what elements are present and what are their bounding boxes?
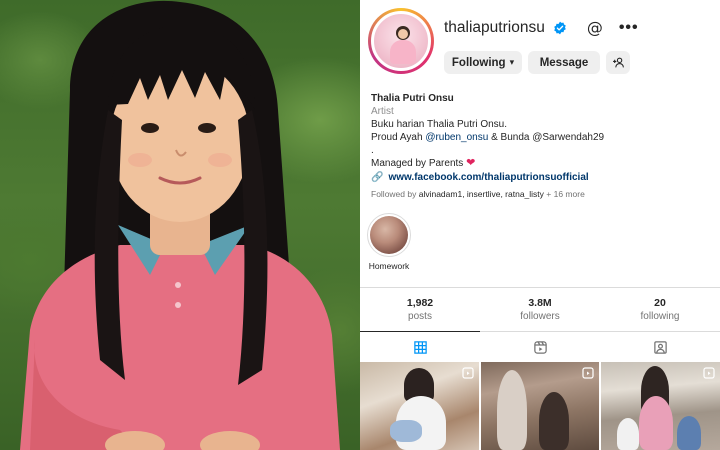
highlight-ring [367,213,411,257]
avatar-image [371,11,431,71]
post-thumbnail[interactable] [601,362,720,450]
highlight-cover-image [370,216,408,254]
profile-stats: 1,982 posts 3.8M followers 20 following [360,287,720,331]
message-button[interactable]: Message [528,51,600,74]
threads-icon[interactable]: @ [587,18,603,37]
reels-icon [462,367,474,379]
following-button[interactable]: Following ▾ [444,51,522,74]
verified-badge-icon [554,21,566,34]
reels-icon [533,340,547,354]
stat-posts[interactable]: 1,982 posts [360,288,480,331]
add-user-icon [612,57,624,68]
girl-portrait-illustration [20,0,340,450]
profile-category: Artist [371,106,394,117]
more-options-icon[interactable]: ••• [619,19,639,37]
followed-by-names: alvinadam1, insertlive, ratna_listy [418,189,544,199]
profile-photo-large [0,0,360,450]
add-user-button[interactable] [606,51,630,74]
highlight-label: Homework [368,261,410,271]
post-thumbnail[interactable] [360,362,479,450]
followed-by[interactable]: Followed by alvinadam1, insertlive, ratn… [371,189,585,199]
mention-link[interactable]: @ruben_onsu [425,132,488,143]
profile-tabs [360,331,720,362]
link-icon: 🔗 [371,172,384,183]
tab-reels[interactable] [480,332,600,362]
profile-avatar[interactable] [368,8,434,74]
stat-followers[interactable]: 3.8M followers [480,288,600,331]
profile-username: thaliaputrionsu [444,18,545,36]
heart-icon: ❤ [466,157,476,169]
tab-tagged[interactable] [600,332,720,362]
profile-website-link[interactable]: 🔗 www.facebook.com/thaliaputrionsuoffici… [371,171,711,184]
reels-icon [582,367,594,379]
bio-line-1: Buku harian Thalia Putri Onsu. [371,119,508,130]
posts-grid [360,362,720,450]
tab-posts[interactable] [360,331,480,362]
message-button-label: Message [539,56,589,69]
bio-dot: . [371,145,374,156]
tagged-icon [653,340,667,354]
stat-following[interactable]: 20 following [600,288,720,331]
profile-bio: Thalia Putri Onsu Artist Buku harian Tha… [371,92,711,184]
following-button-label: Following [451,56,506,69]
instagram-profile: thaliaputrionsu @ ••• Following ▾ Messag… [360,0,720,450]
story-highlight[interactable]: Homework [364,213,414,271]
post-thumbnail[interactable] [480,362,600,450]
username-row: thaliaputrionsu @ ••• [444,18,639,37]
bio-line-2: Proud Ayah @ruben_onsu & Bunda @Sarwenda… [371,132,605,143]
profile-full-name: Thalia Putri Onsu [371,93,454,104]
profile-actions: Following ▾ Message [444,51,630,74]
reels-icon [703,367,715,379]
bio-line-3: Managed by Parents ❤ [371,157,476,169]
profile-website-text: www.facebook.com/thaliaputrionsuofficial [388,172,589,183]
posts-grid-icon [413,340,427,354]
chevron-down-icon: ▾ [509,57,515,67]
